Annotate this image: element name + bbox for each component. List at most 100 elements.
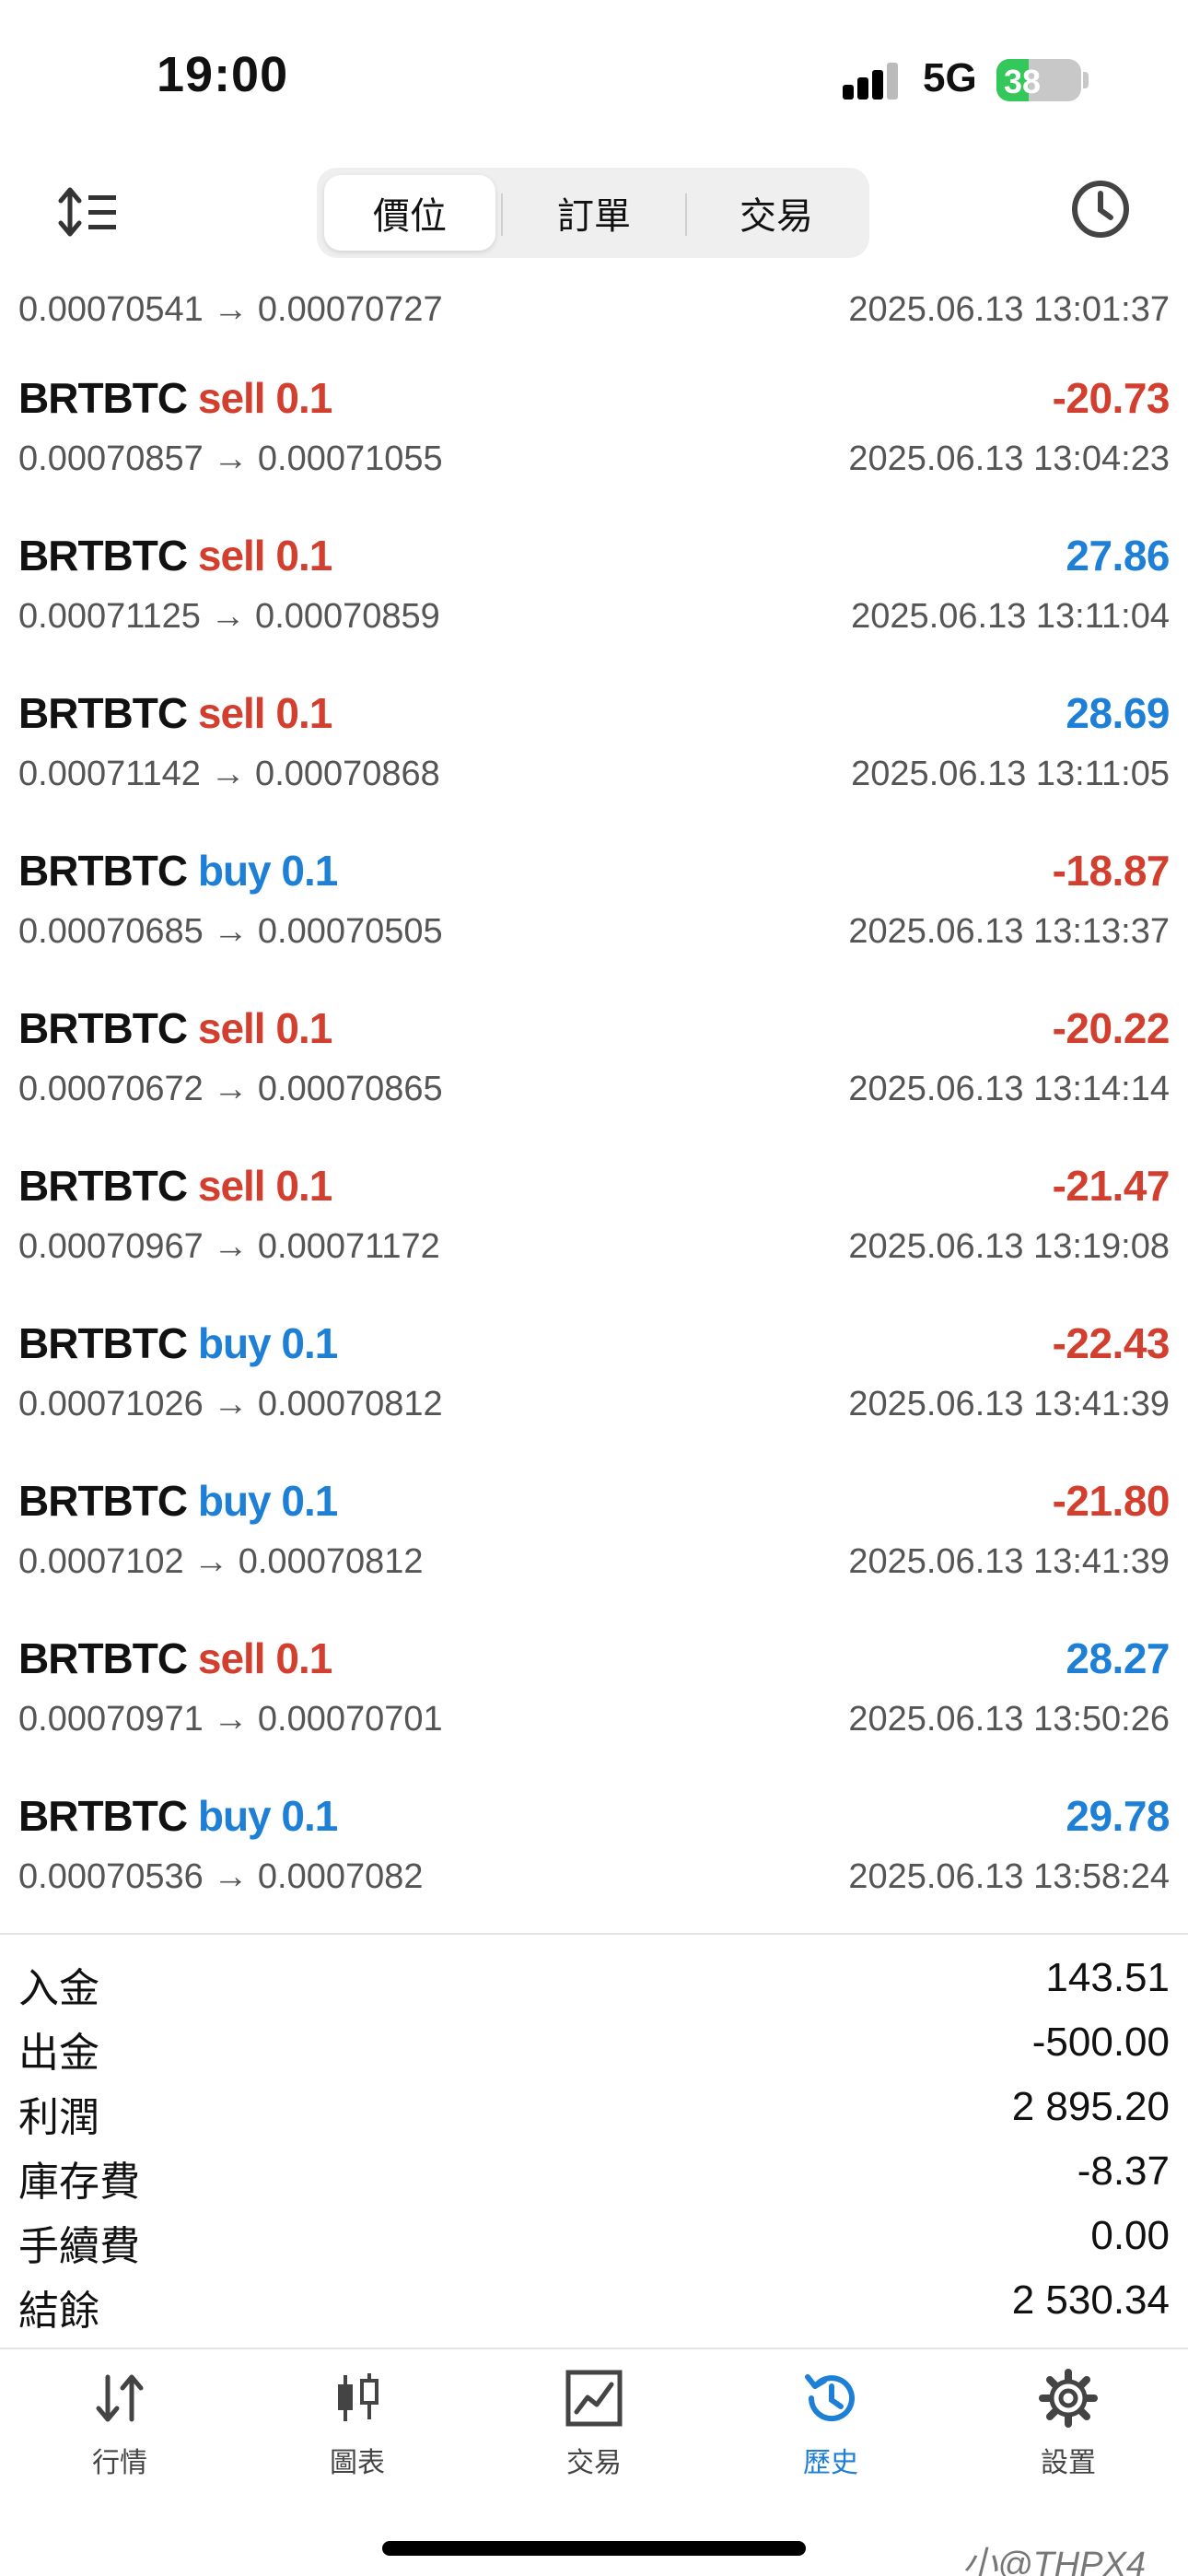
tabbar-divider	[0, 2348, 1188, 2349]
trade-symbol-line: BRTBTC sell 0.1	[18, 531, 332, 580]
tab-charts[interactable]: 圖表	[293, 2368, 422, 2488]
sort-icon[interactable]	[57, 184, 122, 240]
trade-symbol: BRTBTC	[18, 1477, 188, 1525]
summary-value: 143.51	[1045, 1955, 1170, 2000]
trade-row[interactable]: BRTBTC sell 0.1 -20.73 0.00070857 → 0.0007…	[0, 373, 1188, 511]
trade-profit: -20.73	[1052, 374, 1171, 422]
trade-symbol-line: BRTBTC buy 0.1	[18, 1476, 338, 1526]
trade-symbol-line: BRTBTC sell 0.1	[18, 373, 332, 423]
trade-profit: 27.86	[1066, 532, 1170, 580]
tab-label: 交易	[566, 2448, 622, 2478]
trade-time: 2025.06.13 13:11:04	[851, 597, 1170, 636]
trade-profit: 28.69	[1066, 689, 1170, 737]
trade-symbol: BRTBTC	[18, 689, 188, 737]
segment-divider	[501, 193, 503, 236]
trade-prices: 0.00070971 → 0.00070701	[18, 1700, 443, 1739]
trade-symbol-line: BRTBTC sell 0.1	[18, 1161, 332, 1211]
trade-side-volume: buy 0.1	[197, 1792, 339, 1840]
trade-time: 2025.06.13 13:50:26	[848, 1700, 1170, 1739]
trade-time: 2025.06.13 13:58:24	[848, 1857, 1170, 1896]
trade-prices: 0.00070536 → 0.0007082	[18, 1857, 424, 1896]
trade-symbol: BRTBTC	[18, 1004, 188, 1052]
trade-row[interactable]: BRTBTC buy 0.1 -22.43 0.00071026 → 0.00070…	[0, 1318, 1188, 1457]
trade-side-volume: sell 0.1	[197, 1004, 332, 1052]
gear-icon	[1039, 2369, 1098, 2428]
trade-prices: 0.00070967 → 0.00071172	[18, 1227, 440, 1266]
trade-symbol-line: BRTBTC buy 0.1	[18, 846, 338, 896]
history-toolbar: 價位 訂單 交易	[0, 157, 1188, 272]
trade-time: 2025.06.13 13:01:37	[848, 290, 1170, 329]
status-time: 19:00	[157, 47, 289, 102]
trade-symbol-line: BRTBTC buy 0.1	[18, 1791, 339, 1841]
trade-side-volume: sell 0.1	[197, 532, 332, 580]
trade-profit: -21.47	[1052, 1162, 1171, 1210]
summary-divider	[0, 1933, 1188, 1935]
trade-time: 2025.06.13 13:19:08	[848, 1227, 1170, 1266]
trade-row[interactable]: BRTBTC sell 0.1 -20.22 0.00070672 → 0.0007…	[0, 1003, 1188, 1142]
trade-time: 2025.06.13 13:04:23	[848, 439, 1170, 478]
tab-label: 行情	[92, 2448, 147, 2478]
tab-history[interactable]: 歷史	[766, 2368, 895, 2488]
tab-label: 歷史	[803, 2448, 858, 2478]
candlestick-chart-icon	[338, 2373, 379, 2421]
trade-row[interactable]: BRTBTC buy 0.1 -18.87 0.00070685 → 0.00070…	[0, 846, 1188, 984]
summary-value: 2 895.20	[1011, 2084, 1170, 2129]
trade-prices: 0.00071125 → 0.00070859	[18, 597, 440, 636]
trade-prices: 0.00071142 → 0.00070868	[18, 755, 440, 793]
trade-symbol: BRTBTC	[18, 1319, 188, 1367]
segment-deals[interactable]: 交易	[691, 175, 862, 251]
tab-quotes[interactable]: 行情	[55, 2368, 184, 2488]
status-bar: 19:00 5G 38	[0, 0, 1188, 157]
trade-prices: 0.00070541 → 0.00070727	[18, 290, 443, 329]
trade-row[interactable]: BRTBTC buy 0.1 29.78 0.00070536 → 0.000708…	[0, 1791, 1188, 1929]
trade-row[interactable]: BRTBTC sell 0.1 28.69 0.00071142 → 0.00070…	[0, 688, 1188, 826]
trade-symbol-line: BRTBTC buy 0.1	[18, 1318, 339, 1368]
partial-trade-row[interactable]: 0.00070541 → 0.00070727 2025.06.13 13:01…	[0, 290, 1188, 345]
battery-level: 38	[1004, 63, 1042, 100]
trade-symbol: BRTBTC	[18, 1162, 188, 1210]
trade-side-volume: sell 0.1	[197, 374, 332, 422]
tab-label: 設置	[1041, 2448, 1096, 2478]
view-segmented-control: 價位 訂單 交易	[317, 168, 869, 258]
trade-profit: -21.80	[1052, 1477, 1171, 1525]
trade-row[interactable]: BRTBTC sell 0.1 28.27 0.00070971 → 0.00070…	[0, 1633, 1188, 1772]
trade-symbol: BRTBTC	[18, 374, 188, 422]
segment-divider	[685, 193, 687, 236]
trade-symbol-line: BRTBTC sell 0.1	[18, 688, 332, 738]
trade-symbol: BRTBTC	[18, 1792, 188, 1840]
battery-tip	[1083, 72, 1089, 88]
summary-label: 結餘	[18, 2289, 99, 2334]
trade-symbol: BRTBTC	[18, 847, 188, 895]
summary-label: 手續費	[18, 2224, 140, 2269]
trade-side-volume: sell 0.1	[197, 1162, 332, 1210]
tab-settings[interactable]: 設置	[1004, 2368, 1133, 2488]
segment-orders[interactable]: 訂單	[508, 175, 680, 251]
tab-trade[interactable]: 交易	[530, 2368, 658, 2488]
trade-row[interactable]: BRTBTC sell 0.1 -21.47 0.00070967 → 0.0007…	[0, 1161, 1188, 1299]
trade-row[interactable]: BRTBTC sell 0.1 27.86 0.00071125 → 0.00070…	[0, 531, 1188, 669]
clock-icon[interactable]	[1068, 177, 1133, 241]
trade-prices: 0.00070857 → 0.00071055	[18, 439, 443, 478]
trade-profit: 28.27	[1066, 1634, 1170, 1682]
cellular-signal-icon	[843, 63, 900, 100]
trade-prices: 0.00070685 → 0.00070505	[18, 912, 443, 951]
trade-symbol: BRTBTC	[18, 532, 188, 580]
network-type: 5G	[923, 55, 977, 100]
trade-symbol-line: BRTBTC sell 0.1	[18, 1003, 332, 1053]
trade-time: 2025.06.13 13:11:05	[851, 755, 1170, 793]
trade-prices: 0.0007102 → 0.00070812	[18, 1542, 424, 1581]
summary-label: 利潤	[18, 2095, 99, 2140]
trade-symbol: BRTBTC	[18, 1634, 188, 1682]
battery-icon: 38	[996, 59, 1081, 101]
trade-symbol-line: BRTBTC sell 0.1	[18, 1633, 332, 1683]
tab-label: 圖表	[330, 2448, 385, 2478]
trade-side-volume: sell 0.1	[197, 1634, 332, 1682]
segment-price[interactable]: 價位	[324, 175, 495, 251]
trade-row[interactable]: BRTBTC buy 0.1 -21.80 0.0007102 → 0.000708…	[0, 1476, 1188, 1614]
history-clock-icon	[805, 2374, 855, 2422]
trade-side-volume: buy 0.1	[197, 1319, 339, 1367]
trade-time: 2025.06.13 13:41:39	[848, 1385, 1170, 1423]
trade-profit: -22.43	[1052, 1319, 1171, 1367]
home-indicator[interactable]	[382, 2541, 806, 2556]
summary-label: 出金	[18, 2031, 99, 2076]
